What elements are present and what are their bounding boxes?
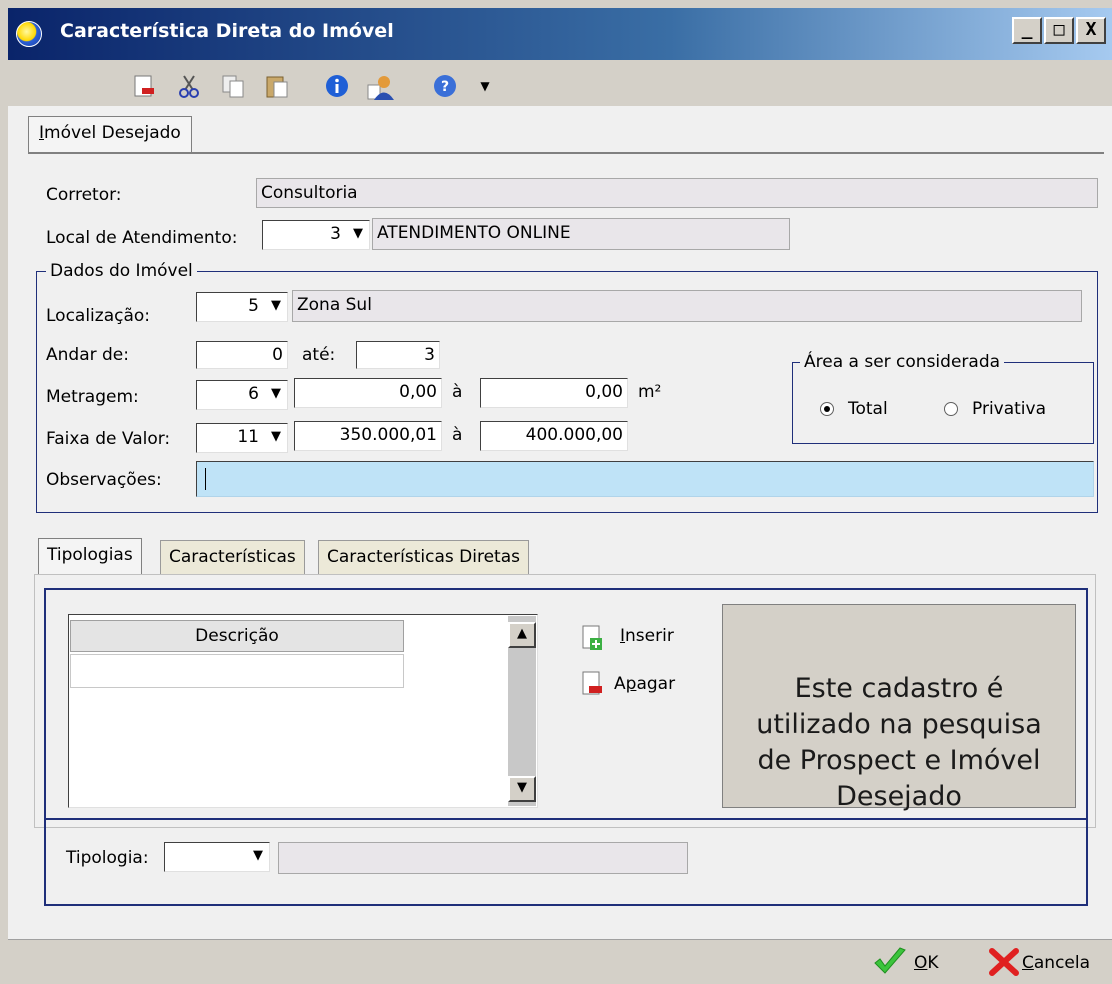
window-title: Característica Direta do Imóvel (60, 20, 394, 42)
local-field[interactable]: ATENDIMENTO ONLINE (372, 218, 790, 250)
minimize-button[interactable]: _ (1012, 17, 1042, 44)
user-icon[interactable] (366, 73, 394, 100)
andar-ate-input[interactable]: 3 (356, 341, 440, 369)
localizacao-combo[interactable]: 5 ▼ (196, 292, 288, 322)
close-button[interactable]: X (1076, 17, 1106, 44)
metragem-de-input[interactable]: 0,00 (294, 378, 442, 408)
metragem-ate-input[interactable]: 0,00 (480, 378, 628, 408)
svg-text:?: ? (441, 79, 449, 95)
localizacao-label: Localização: (46, 306, 151, 326)
new-doc-icon[interactable] (130, 73, 156, 99)
cancel-icon[interactable] (988, 947, 1020, 977)
check-icon[interactable] (872, 946, 908, 978)
help-icon[interactable]: ? (432, 73, 458, 99)
metragem-a-label: à (452, 382, 463, 402)
chevron-down-icon: ▼ (271, 429, 281, 444)
dropdown-arrow-icon[interactable]: ▼ (472, 73, 498, 99)
local-combo[interactable]: 3 ▼ (262, 220, 370, 250)
tab-imovel-desejado[interactable]: Imóvel Desejado (28, 116, 192, 152)
chevron-down-icon: ▼ (271, 298, 281, 313)
radio-total[interactable] (820, 402, 834, 416)
cut-icon[interactable] (176, 73, 202, 99)
metragem-unit: m² (638, 382, 662, 402)
tab-divider (28, 152, 1104, 154)
localizacao-field[interactable]: Zona Sul (292, 290, 1082, 322)
corretor-field[interactable]: Consultoria (256, 178, 1098, 208)
bottom-bar (8, 939, 1112, 984)
tab-caracteristicas-diretas[interactable]: Características Diretas (318, 540, 529, 574)
info-icon[interactable] (324, 73, 350, 99)
app-icon (16, 21, 42, 47)
faixa-valor-combo[interactable]: 11 ▼ (196, 423, 288, 453)
ate-label: até: (302, 345, 336, 365)
cancel-button[interactable]: Cancela (1022, 953, 1090, 973)
paste-icon[interactable] (264, 73, 290, 99)
toolbar (8, 60, 1112, 106)
area-title: Área a ser considerada (800, 352, 1005, 372)
chevron-down-icon: ▼ (353, 226, 363, 241)
corretor-label: Corretor: (46, 185, 122, 205)
maximize-button[interactable]: □ (1044, 17, 1074, 44)
ok-button[interactable]: OK (914, 953, 939, 973)
andar-de-input[interactable]: 0 (196, 341, 288, 369)
faixa-valor-label: Faixa de Valor: (46, 429, 171, 449)
radio-total-label[interactable]: Total (848, 399, 888, 419)
radio-privativa[interactable] (944, 402, 958, 416)
tab-caracteristicas[interactable]: Características (160, 540, 305, 574)
faixa-ate-input[interactable]: 400.000,00 (480, 421, 628, 451)
faixa-a-label: à (452, 425, 463, 445)
andar-de-label: Andar de: (46, 345, 129, 365)
area-group (792, 362, 1094, 444)
metragem-label: Metragem: (46, 387, 139, 407)
observacoes-input[interactable] (196, 461, 1094, 497)
dados-imovel-title: Dados do Imóvel (46, 261, 197, 281)
chevron-down-icon: ▼ (271, 386, 281, 401)
metragem-combo[interactable]: 6 ▼ (196, 380, 288, 410)
radio-privativa-label[interactable]: Privativa (972, 399, 1046, 419)
text-cursor (205, 468, 206, 490)
local-label: Local de Atendimento: (46, 228, 238, 248)
tab-tipologias[interactable]: Tipologias (38, 538, 142, 574)
faixa-de-input[interactable]: 350.000,01 (294, 421, 442, 451)
observacoes-label: Observações: (46, 470, 162, 490)
copy-icon[interactable] (220, 73, 246, 99)
tipologias-outer-border (44, 592, 1088, 906)
